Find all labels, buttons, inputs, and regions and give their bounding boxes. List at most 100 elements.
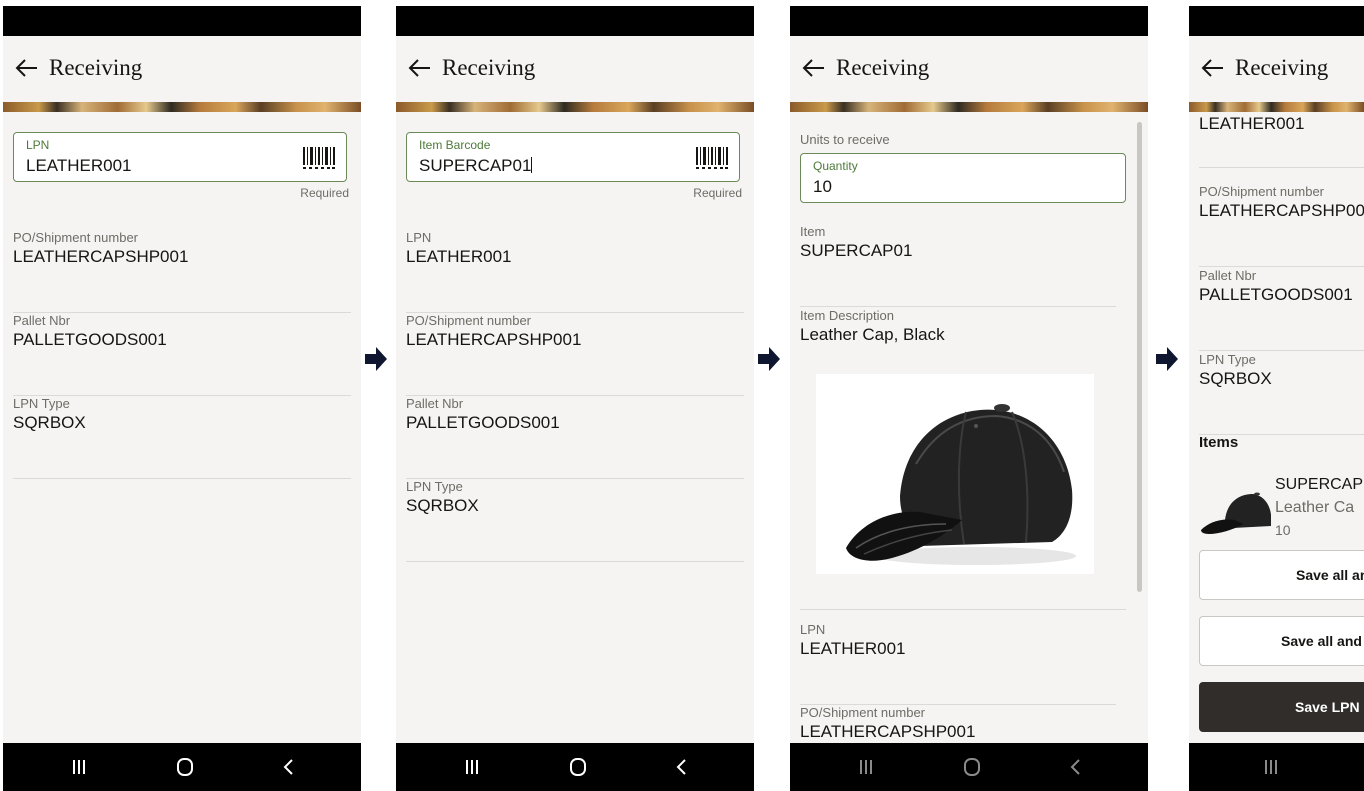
- units-to-receive-label: Units to receive: [800, 132, 890, 147]
- item-quantity: 10: [1275, 522, 1291, 538]
- back-arrow-icon[interactable]: [1201, 58, 1225, 78]
- detail-lpn-type: LPN Type SQRBOX: [3, 396, 361, 479]
- divider: [13, 478, 351, 479]
- detail-lpn-type: LPN Type SQRBOX: [396, 479, 754, 562]
- detail-value: SQRBOX: [1199, 369, 1272, 388]
- back-arrow-icon[interactable]: [802, 58, 826, 78]
- android-nav-bar: [1189, 743, 1364, 791]
- detail-pallet-nbr: Pallet Nbr PALLETGOODS001: [396, 396, 754, 479]
- back-nav-icon[interactable]: [672, 757, 692, 777]
- item-thumbnail: [1201, 492, 1271, 534]
- flow-arrow-icon: [1156, 347, 1178, 371]
- detail-label: PO/Shipment number: [800, 705, 926, 720]
- detail-label: LPN Type: [406, 479, 463, 494]
- item-barcode-value[interactable]: SUPERCAP01: [419, 156, 533, 176]
- home-icon[interactable]: [962, 757, 982, 777]
- app-header: Receiving: [790, 36, 1148, 102]
- header-title: Receiving: [442, 55, 536, 80]
- item-barcode-label: Item Barcode: [419, 138, 491, 152]
- app-header: Receiving: [3, 36, 361, 102]
- list-item[interactable]: SUPERCAP Leather Ca 10: [1189, 476, 1364, 546]
- detail-lpn: LEATHER001: [1189, 112, 1364, 168]
- scrollbar[interactable]: [1137, 122, 1142, 592]
- detail-pallet-nbr: Pallet Nbr PALLETGOODS001: [1189, 268, 1364, 351]
- content: LPN LEATHER001 Required PO/Shipment numb…: [3, 112, 361, 743]
- detail-item: Item SUPERCAP01: [790, 224, 1126, 307]
- header-banner: [3, 102, 361, 112]
- items-section-title: Items: [1199, 434, 1239, 451]
- back-nav-icon[interactable]: [1066, 757, 1086, 777]
- quantity-input-label: Quantity: [813, 159, 858, 173]
- detail-value: LEATHERCAPSHP001: [406, 330, 582, 349]
- detail-label: PO/Shipment number: [1199, 184, 1325, 199]
- required-helper: Required: [693, 186, 742, 200]
- recent-apps-icon[interactable]: [1261, 757, 1281, 777]
- save-all-button-1[interactable]: Save all an: [1199, 550, 1364, 600]
- recent-apps-icon[interactable]: [462, 757, 482, 777]
- content: Units to receive Quantity 10 Item SUPERC…: [790, 112, 1148, 743]
- app-header: Receiving: [1189, 36, 1364, 102]
- barcode-icon[interactable]: [695, 146, 729, 170]
- lpn-input-value[interactable]: LEATHER001: [26, 156, 132, 176]
- detail-label: Pallet Nbr: [1199, 268, 1257, 283]
- detail-label: Pallet Nbr: [13, 313, 71, 328]
- recent-apps-icon[interactable]: [856, 757, 876, 777]
- save-all-button-2[interactable]: Save all and: [1199, 616, 1364, 666]
- detail-value: LEATHER001: [1199, 114, 1305, 133]
- detail-lpn: LPN LEATHER001: [396, 230, 754, 313]
- detail-item-description: Item Description Leather Cap, Black: [790, 308, 1126, 348]
- header-banner: [1189, 102, 1364, 112]
- header-banner: [396, 102, 754, 112]
- status-bar: [1189, 6, 1364, 36]
- quantity-input-value[interactable]: 10: [813, 177, 832, 197]
- detail-lpn-type: LPN Type SQRBOX: [1189, 352, 1364, 435]
- header-title: Receiving: [1235, 55, 1329, 80]
- home-icon[interactable]: [175, 757, 195, 777]
- quantity-input[interactable]: Quantity 10: [800, 153, 1126, 203]
- home-icon[interactable]: [568, 757, 588, 777]
- detail-value: SQRBOX: [13, 413, 86, 432]
- divider: [800, 609, 1126, 610]
- lpn-input[interactable]: LPN LEATHER001: [13, 132, 347, 182]
- lpn-input-label: LPN: [26, 138, 50, 152]
- content: Item Barcode SUPERCAP01 Required LPN LEA…: [396, 112, 754, 743]
- divider: [406, 561, 744, 562]
- detail-value: PALLETGOODS001: [1199, 285, 1353, 304]
- detail-po-shipment: PO/Shipment number LEATHERCAPSHP001: [3, 230, 361, 313]
- item-description: Leather Ca: [1275, 499, 1355, 516]
- header-title: Receiving: [836, 55, 930, 80]
- divider: [1199, 167, 1364, 168]
- item-barcode-input[interactable]: Item Barcode SUPERCAP01: [406, 132, 740, 182]
- detail-value: SUPERCAP01: [800, 241, 913, 260]
- back-nav-icon[interactable]: [279, 757, 299, 777]
- screen-quantity: Receiving Units to receive Quantity 10 I…: [790, 6, 1148, 791]
- back-arrow-icon[interactable]: [15, 58, 39, 78]
- detail-label: PO/Shipment number: [406, 313, 532, 328]
- android-nav-bar: [396, 743, 754, 791]
- save-lpn-button[interactable]: Save LPN an: [1199, 682, 1364, 732]
- status-bar: [396, 6, 754, 36]
- detail-lpn: LPN LEATHER001: [790, 622, 1126, 705]
- barcode-icon[interactable]: [302, 146, 336, 170]
- screen-summary: Receiving LEATHER001 PO/Shipment number …: [1189, 6, 1364, 791]
- divider: [800, 306, 1116, 307]
- detail-value: LEATHER001: [800, 639, 906, 658]
- android-nav-bar: [790, 743, 1148, 791]
- recent-apps-icon[interactable]: [69, 757, 89, 777]
- content: LEATHER001 PO/Shipment number LEATHERCAP…: [1189, 112, 1364, 743]
- leather-cap-image: [846, 404, 1076, 565]
- back-arrow-icon[interactable]: [408, 58, 432, 78]
- item-code: SUPERCAP: [1275, 476, 1364, 493]
- detail-value: PALLETGOODS001: [406, 413, 560, 432]
- detail-value: LEATHERCAPSHP001: [1199, 201, 1364, 220]
- detail-value: LEATHERCAPSHP001: [13, 247, 189, 266]
- flow-arrow-icon: [365, 347, 387, 371]
- detail-po-shipment: PO/Shipment number LEATHERCAPSHP001: [1189, 184, 1364, 267]
- detail-label: Pallet Nbr: [406, 396, 464, 411]
- android-nav-bar: [3, 743, 361, 791]
- screen-item-scan: Receiving Item Barcode SUPERCAP01 Requir…: [396, 6, 754, 791]
- detail-label: LPN Type: [1199, 352, 1256, 367]
- screen-lpn-scan: Receiving LPN LEATHER001 Required PO/Shi…: [3, 6, 361, 791]
- item-image: [816, 374, 1094, 574]
- detail-value: PALLETGOODS001: [13, 330, 167, 349]
